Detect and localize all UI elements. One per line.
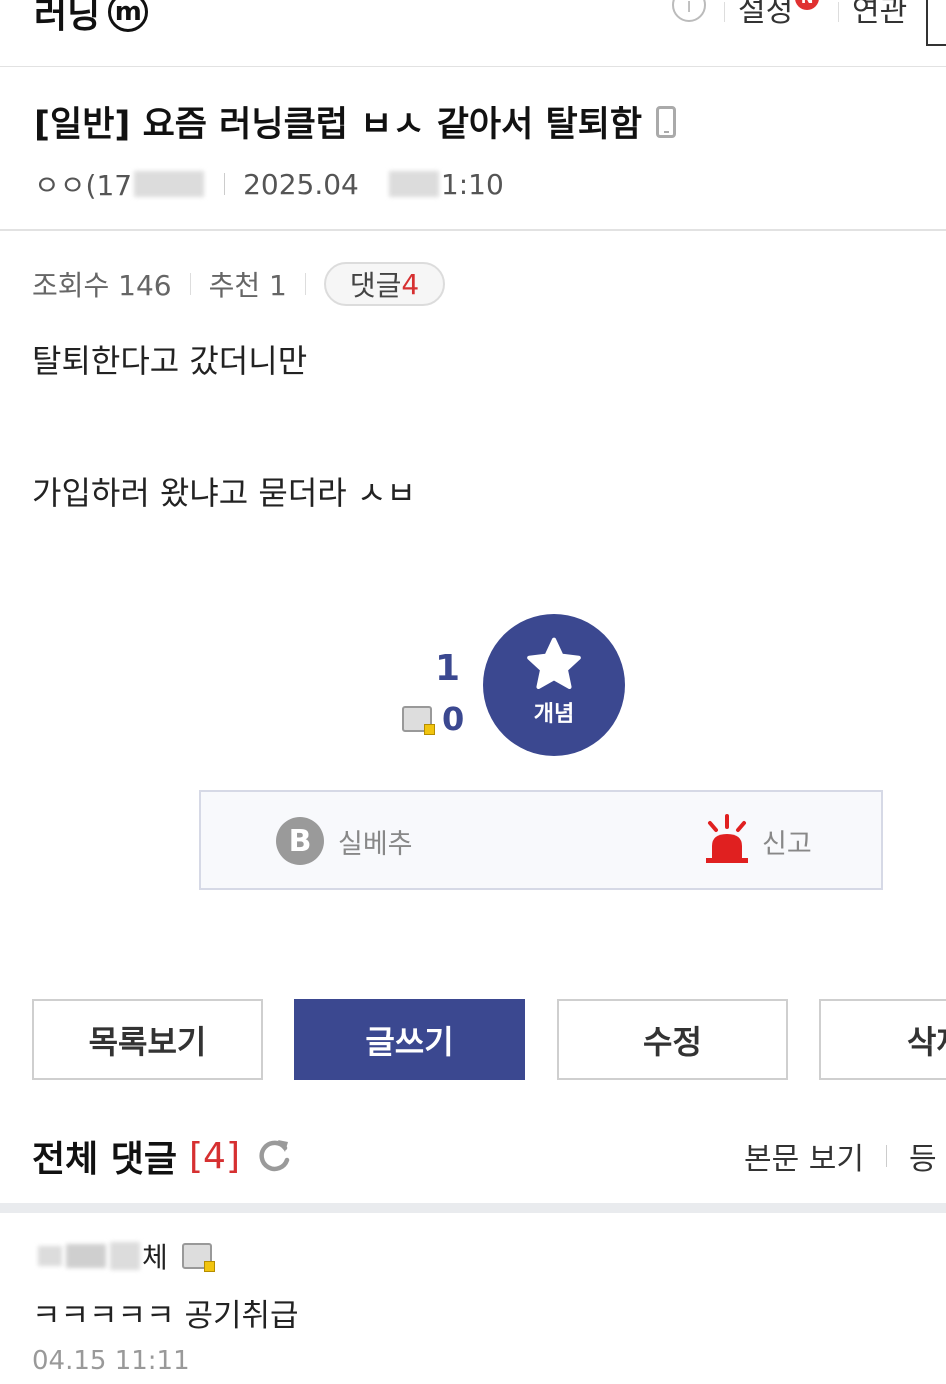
settings-link[interactable]: 설정N — [738, 0, 820, 30]
gallery-name: 러닝 — [34, 0, 101, 36]
post-stats: 조회수 146 추천 1 댓글 4 — [32, 262, 446, 306]
comment-author-suffix: 체 — [142, 1241, 168, 1274]
mobile-icon — [656, 105, 677, 138]
meta-divider — [224, 173, 226, 195]
post-meta: ㅇㅇ(17 2025.04 1:10 — [34, 164, 504, 204]
settings-label: 설정 — [738, 0, 794, 29]
minor-gallery-badge-icon: m — [108, 0, 149, 32]
report-button[interactable]: 신고 — [762, 822, 812, 861]
post-body-line: 탈퇴한다고 갔더니만 — [32, 342, 308, 380]
fixed-recommend: 0 — [402, 700, 464, 738]
silbechu-button[interactable]: 실베추 — [338, 822, 413, 861]
blurred-time — [388, 171, 439, 197]
comment-count-pill[interactable]: 댓글 4 — [323, 262, 446, 306]
fixed-recommend-count: 0 — [442, 700, 465, 738]
comments-divider — [0, 1203, 946, 1213]
best-icon[interactable]: B — [276, 817, 324, 865]
fixed-user-icon — [181, 1243, 215, 1272]
fixed-user-icon — [402, 706, 435, 735]
siren-icon[interactable] — [702, 814, 752, 864]
post-body-line: 가입하러 왔냐고 묻더라 ㅅㅂ — [32, 474, 416, 512]
header-divider — [838, 2, 839, 22]
write-button[interactable]: 글쓰기 — [294, 999, 525, 1080]
stat-divider — [189, 273, 191, 295]
comment-pill-count: 4 — [401, 267, 420, 301]
blurred-ip — [134, 171, 205, 197]
list-button[interactable]: 목록보기 — [32, 999, 263, 1080]
post-title-text: [일반] 요즘 러닝클럽 ㅂㅅ 같아서 탈퇴함 — [34, 105, 643, 145]
recommend-count: 추천 1 — [208, 269, 287, 302]
view-divider — [885, 1145, 887, 1167]
comment-time: 04.15 11:11 — [32, 1346, 190, 1376]
divider — [0, 229, 946, 231]
recommend-up-count: 1 — [434, 648, 460, 689]
star-icon — [527, 637, 581, 690]
comment-pill-label: 댓글 — [349, 269, 402, 302]
register-link[interactable]: 등 — [909, 1134, 937, 1178]
comments-count: [4] — [189, 1135, 241, 1177]
header-menu-button[interactable] — [926, 0, 946, 46]
recommend-label: 개념 — [533, 702, 575, 727]
comments-header: 전체 댓글 [4] — [32, 1130, 294, 1182]
blurred-author — [38, 1246, 62, 1266]
edit-button[interactable]: 수정 — [557, 999, 788, 1080]
post-title: [일반] 요즘 러닝클럽 ㅂㅅ 같아서 탈퇴함 — [34, 96, 677, 147]
comments-title: 전체 댓글 — [32, 1139, 178, 1180]
stat-divider — [304, 273, 306, 295]
delete-button[interactable]: 삭제 — [819, 999, 946, 1080]
related-link[interactable]: 연관 — [852, 0, 907, 30]
recommend-button[interactable]: 개념 — [483, 614, 625, 756]
blurred-author — [110, 1242, 140, 1270]
comment-text: ㅋㅋㅋㅋㅋ 공기취급 — [32, 1298, 299, 1334]
post-time: 1:10 — [440, 167, 504, 201]
refresh-icon[interactable] — [254, 1136, 294, 1176]
post-date: 2025.04 — [243, 167, 359, 201]
new-badge: N — [795, 0, 820, 10]
header-divider — [724, 2, 725, 22]
author-name[interactable]: ㅇㅇ(17 — [34, 164, 132, 204]
blurred-author — [66, 1244, 106, 1268]
view-body-link[interactable]: 본문 보기 — [744, 1134, 864, 1178]
gallery-title[interactable]: 러닝 m — [34, 0, 149, 38]
view-count: 조회수 146 — [32, 269, 172, 302]
comment-view-options: 본문 보기 등 — [744, 1134, 937, 1178]
comment-author[interactable]: 체 — [36, 1236, 215, 1276]
